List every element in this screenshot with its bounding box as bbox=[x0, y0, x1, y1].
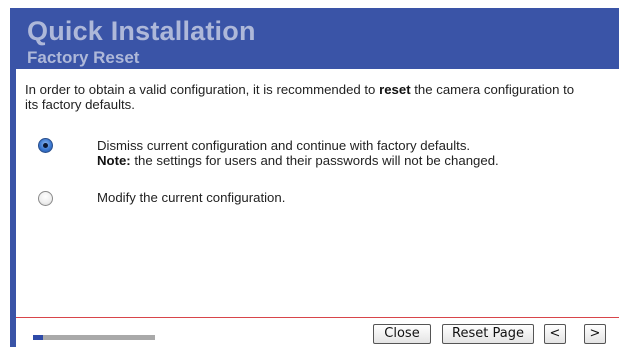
note-label: Note: bbox=[97, 153, 131, 168]
modify-configuration-label[interactable]: Modify the current configuration. bbox=[97, 190, 285, 205]
next-button[interactable]: > bbox=[584, 324, 606, 344]
page-header: Quick Installation Factory Reset bbox=[10, 8, 619, 69]
reset-page-button[interactable]: Reset Page bbox=[442, 324, 534, 344]
previous-button[interactable]: < bbox=[544, 324, 566, 344]
page-subtitle: Factory Reset bbox=[27, 48, 140, 67]
factory-defaults-text: Dismiss current configuration and contin… bbox=[97, 138, 471, 153]
factory-defaults-label[interactable]: Dismiss current configuration and contin… bbox=[97, 138, 499, 168]
factory-defaults-note: Note: the settings for users and their p… bbox=[97, 153, 499, 168]
intro-text: In order to obtain a valid configuration… bbox=[25, 82, 585, 112]
close-button[interactable]: Close bbox=[373, 324, 431, 344]
progress-bar bbox=[33, 335, 155, 340]
footer-divider bbox=[16, 317, 619, 318]
factory-defaults-radio[interactable] bbox=[38, 138, 53, 153]
intro-text-bold: reset bbox=[379, 82, 411, 97]
page-title: Quick Installation bbox=[27, 16, 256, 46]
left-accent-bar bbox=[10, 69, 16, 347]
quick-installation-page: Quick Installation Factory Reset In orde… bbox=[0, 0, 619, 347]
intro-text-start: In order to obtain a valid configuration… bbox=[25, 82, 380, 97]
progress-bar-fill bbox=[33, 335, 43, 340]
note-text: the settings for users and their passwor… bbox=[130, 153, 499, 168]
modify-configuration-radio[interactable] bbox=[38, 191, 53, 206]
